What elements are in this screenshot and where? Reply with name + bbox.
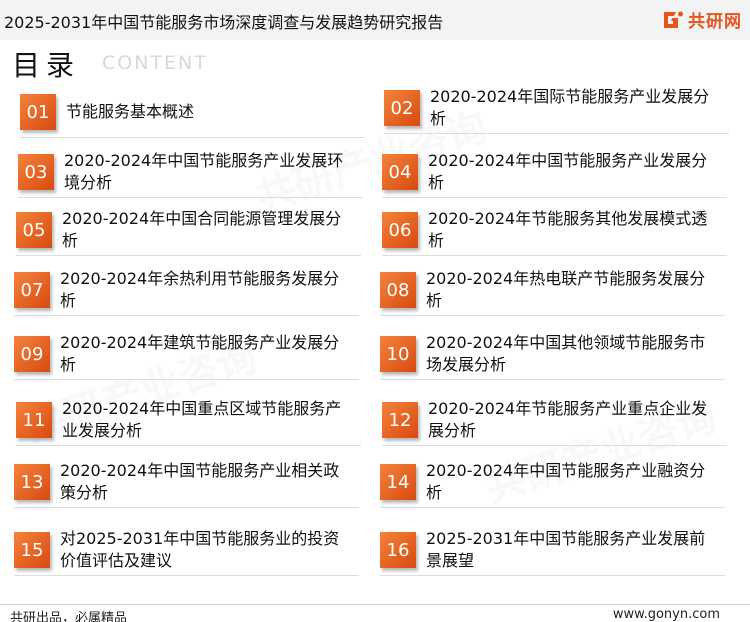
item-number: 11	[16, 402, 52, 438]
divider	[14, 575, 359, 576]
toc-item-05[interactable]: 05 2020-2024年中国合同能源管理发展分析	[16, 208, 361, 256]
item-title: 2020-2024年热电联产节能服务发展分析	[426, 269, 706, 310]
item-number: 16	[380, 532, 416, 568]
item-number: 15	[14, 532, 50, 568]
item-title: 2020-2024年中国节能服务产业相关政策分析	[60, 461, 340, 502]
item-number: 09	[14, 336, 50, 372]
toc-item-09[interactable]: 09 2020-2024年建筑节能服务产业发展分析	[14, 332, 359, 380]
item-title: 对2025-2031年中国节能服务业的投资价值评估及建议	[60, 529, 340, 570]
divider	[16, 255, 361, 256]
footer-bar: 共研出品，必属精品 www.gonyn.com	[0, 604, 750, 622]
divider	[382, 445, 727, 446]
divider	[380, 575, 725, 576]
toc-item-14[interactable]: 14 2020-2024年中国节能服务产业融资分析	[380, 460, 725, 508]
footer-website: www.gonyn.com	[612, 607, 720, 622]
item-title: 2020-2024年中国节能服务产业融资分析	[426, 461, 706, 502]
divider	[380, 507, 725, 508]
divider	[382, 255, 727, 256]
item-title: 2020-2024年中国重点区域节能服务产业发展分析	[62, 399, 342, 440]
item-title: 2020-2024年建筑节能服务产业发展分析	[60, 333, 340, 374]
divider	[16, 445, 361, 446]
item-title: 2020-2024年中国节能服务产业发展分析	[428, 151, 708, 192]
footer-slogan: 共研出品，必属精品	[10, 611, 128, 622]
toc-item-02[interactable]: 02 2020-2024年国际节能服务产业发展分析	[384, 86, 729, 134]
toc-item-11[interactable]: 11 2020-2024年中国重点区域节能服务产业发展分析	[16, 398, 361, 446]
divider	[20, 137, 365, 138]
divider	[14, 379, 359, 380]
toc-item-15[interactable]: 15 对2025-2031年中国节能服务业的投资价值评估及建议	[14, 528, 359, 576]
header-bar: 2025-2031年中国节能服务市场深度调查与发展趋势研究报告 共研网	[0, 0, 750, 40]
item-title: 2020-2024年中国节能服务产业发展环境分析	[64, 151, 344, 192]
item-number: 06	[382, 212, 418, 248]
item-number: 02	[384, 90, 420, 126]
item-number: 03	[18, 154, 54, 190]
toc-item-13[interactable]: 13 2020-2024年中国节能服务产业相关政策分析	[14, 460, 359, 508]
item-number: 12	[382, 402, 418, 438]
divider	[382, 197, 727, 198]
document-title: 2025-2031年中国节能服务市场深度调查与发展趋势研究报告	[4, 13, 444, 32]
divider	[380, 315, 725, 316]
item-title: 2020-2024年中国其他领域节能服务市场发展分析	[426, 333, 706, 374]
item-title: 2020-2024年节能服务产业重点企业发展分析	[428, 399, 708, 440]
toc-item-06[interactable]: 06 2020-2024年节能服务其他发展模式透析	[382, 208, 727, 256]
item-number: 04	[382, 154, 418, 190]
toc-item-12[interactable]: 12 2020-2024年节能服务产业重点企业发展分析	[382, 398, 727, 446]
divider	[380, 379, 725, 380]
divider	[384, 133, 729, 134]
item-title: 2020-2024年余热利用节能服务发展分析	[60, 269, 340, 310]
item-number: 07	[14, 272, 50, 308]
item-title: 2020-2024年国际节能服务产业发展分析	[430, 87, 710, 128]
item-title: 2020-2024年中国合同能源管理发展分析	[62, 209, 342, 250]
toc-item-08[interactable]: 08 2020-2024年热电联产节能服务发展分析	[380, 268, 725, 316]
item-number: 14	[380, 464, 416, 500]
divider	[18, 197, 363, 198]
item-number: 13	[14, 464, 50, 500]
divider	[14, 507, 359, 508]
toc-item-01[interactable]: 01 节能服务基本概述	[20, 90, 365, 138]
item-title: 节能服务基本概述	[66, 102, 195, 121]
item-title: 2025-2031年中国节能服务产业发展前景展望	[426, 529, 706, 570]
toc-item-16[interactable]: 16 2025-2031年中国节能服务产业发展前景展望	[380, 528, 725, 576]
toc-item-04[interactable]: 04 2020-2024年中国节能服务产业发展分析	[382, 150, 727, 198]
brand-logo: 共研网	[661, 7, 742, 32]
item-number: 10	[380, 336, 416, 372]
toc-item-07[interactable]: 07 2020-2024年余热利用节能服务发展分析	[14, 268, 359, 316]
item-title: 2020-2024年节能服务其他发展模式透析	[428, 209, 708, 250]
toc-item-10[interactable]: 10 2020-2024年中国其他领域节能服务市场发展分析	[380, 332, 725, 380]
item-number: 08	[380, 272, 416, 308]
logo-mark-icon	[664, 11, 683, 28]
toc-item-03[interactable]: 03 2020-2024年中国节能服务产业发展环境分析	[18, 150, 363, 198]
logo-text: 共研网	[688, 12, 742, 32]
divider	[14, 315, 359, 316]
toc-heading: 目录	[12, 49, 81, 82]
item-number: 01	[20, 94, 56, 130]
item-number: 05	[16, 212, 52, 248]
toc-subheading: CONTENT	[102, 52, 208, 74]
